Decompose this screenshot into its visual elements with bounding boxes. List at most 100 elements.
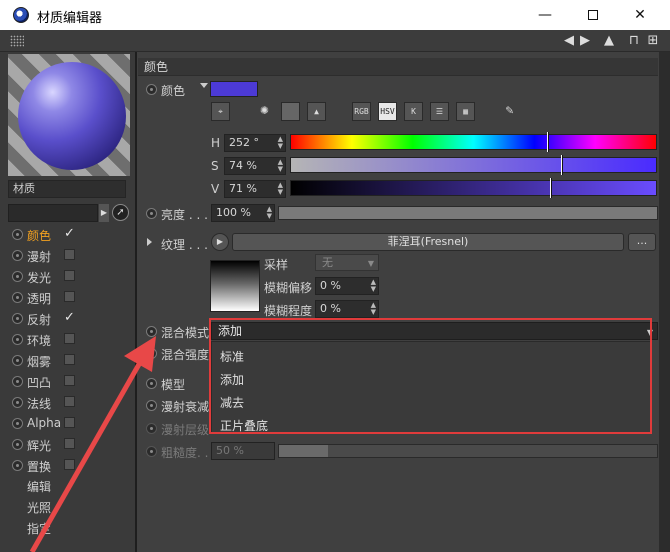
- forward-arrow-icon[interactable]: ▶: [577, 32, 593, 50]
- spectrum-icon[interactable]: ✺: [255, 102, 274, 121]
- minimize-button[interactable]: —: [522, 0, 568, 30]
- channel-checkbox[interactable]: [64, 396, 75, 407]
- color-swatch[interactable]: [210, 81, 258, 97]
- channel-glow[interactable]: 辉光: [0, 434, 135, 455]
- hsv-mode-button[interactable]: HSV: [378, 102, 397, 121]
- color-menu-caret-icon[interactable]: [200, 83, 208, 88]
- hue-field[interactable]: 252 ° ▲ ▼: [224, 134, 286, 152]
- spinner-icon[interactable]: ▲ ▼: [278, 159, 283, 173]
- texture-more-button[interactable]: ...: [628, 233, 656, 251]
- material-name-field[interactable]: 材质: [8, 180, 126, 198]
- rgb-mode-button[interactable]: RGB: [352, 102, 371, 121]
- channel-radio[interactable]: [12, 271, 23, 282]
- channel-radio[interactable]: [12, 355, 23, 366]
- value-slider[interactable]: [290, 178, 657, 198]
- sampling-select[interactable]: 无 ▼: [315, 254, 379, 271]
- expand-triangle-icon[interactable]: [147, 238, 152, 246]
- texture-preview[interactable]: [210, 260, 260, 312]
- blend-strength-radio[interactable]: [146, 348, 157, 359]
- image-icon[interactable]: ▲: [307, 102, 326, 121]
- brightness-field[interactable]: 100 % ▲ ▼: [211, 204, 275, 222]
- saturation-slider-handle[interactable]: [561, 155, 564, 175]
- editor-item[interactable]: 编辑: [27, 478, 51, 495]
- picture-gradient-icon[interactable]: [281, 102, 300, 121]
- kelvin-mode-button[interactable]: K: [404, 102, 423, 121]
- color-wheel-toggle-icon[interactable]: ⌖: [211, 102, 230, 121]
- channel-luminance[interactable]: 发光: [0, 266, 135, 287]
- channel-displacement[interactable]: 置换: [0, 455, 135, 476]
- chevron-right-icon[interactable]: ▶: [99, 204, 109, 222]
- channel-checkbox[interactable]: [64, 459, 75, 470]
- channel-checkbox[interactable]: [64, 375, 75, 386]
- saturation-slider[interactable]: [290, 155, 657, 175]
- mountain-icon[interactable]: ▲: [601, 32, 617, 50]
- channel-environment[interactable]: 环境: [0, 329, 135, 350]
- channel-checkbox[interactable]: [64, 333, 75, 344]
- blend-mode-radio[interactable]: [146, 326, 157, 337]
- illumination-item[interactable]: 光照: [27, 499, 51, 516]
- lock-icon[interactable]: ⊓: [626, 32, 642, 50]
- channel-checkbox[interactable]: [64, 249, 75, 260]
- channel-radio[interactable]: [12, 229, 23, 240]
- channel-alpha[interactable]: Alpha: [0, 413, 135, 434]
- brightness-value: 100 %: [216, 206, 251, 219]
- model-label: 模型: [161, 378, 186, 392]
- channel-radio[interactable]: [12, 418, 23, 429]
- channel-bump[interactable]: 凹凸: [0, 371, 135, 392]
- brightness-radio[interactable]: [146, 208, 157, 219]
- color-radio[interactable]: [146, 84, 157, 95]
- channel-checkbox[interactable]: [64, 354, 75, 365]
- hue-slider-handle[interactable]: [546, 132, 549, 152]
- channel-radio[interactable]: [12, 397, 23, 408]
- texture-menu-button[interactable]: ▶: [211, 233, 229, 251]
- channel-normal[interactable]: 法线: [0, 392, 135, 413]
- channel-checkbox[interactable]: [64, 417, 75, 428]
- brightness-slider[interactable]: [278, 206, 658, 220]
- channel-radio[interactable]: [12, 292, 23, 303]
- channel-radio[interactable]: [12, 460, 23, 471]
- eyedropper-icon[interactable]: ✎: [500, 102, 519, 121]
- value-field[interactable]: 71 % ▲ ▼: [224, 180, 286, 198]
- channel-checkbox[interactable]: ✓: [64, 227, 75, 240]
- vertical-scrollbar[interactable]: [659, 52, 670, 552]
- hue-slider[interactable]: [290, 132, 657, 152]
- channel-fog[interactable]: 烟雾: [0, 350, 135, 371]
- back-arrow-icon[interactable]: ◀: [561, 32, 577, 50]
- channel-radio[interactable]: [12, 439, 23, 450]
- spinner-icon[interactable]: ▲ ▼: [278, 136, 283, 150]
- spinner-icon[interactable]: ▲ ▼: [371, 302, 376, 316]
- channel-checkbox[interactable]: [64, 270, 75, 281]
- blur-offset-field[interactable]: 0 % ▲ ▼: [315, 277, 379, 295]
- channel-reflectance[interactable]: 反射 ✓: [0, 308, 135, 329]
- model-radio[interactable]: [146, 378, 157, 389]
- channel-radio[interactable]: [12, 376, 23, 387]
- material-search-field[interactable]: [8, 204, 98, 222]
- new-panel-icon[interactable]: ⊞: [645, 32, 661, 50]
- channel-checkbox[interactable]: [64, 291, 75, 302]
- spinner-icon[interactable]: ▲ ▼: [371, 279, 376, 293]
- mixer-mode-icon[interactable]: ☰: [430, 102, 449, 121]
- maximize-button[interactable]: [570, 0, 616, 30]
- channel-diffusion[interactable]: 漫射: [0, 245, 135, 266]
- value-slider-handle[interactable]: [550, 178, 553, 198]
- channel-radio[interactable]: [12, 313, 23, 324]
- close-button[interactable]: ✕: [617, 0, 663, 30]
- channel-radio[interactable]: [12, 250, 23, 261]
- swatches-mode-icon[interactable]: ▦: [456, 102, 475, 121]
- channel-checkbox[interactable]: [64, 438, 75, 449]
- diffuse-falloff-radio[interactable]: [146, 400, 157, 411]
- fresnel-shader-button[interactable]: 菲涅耳(Fresnel): [232, 233, 624, 251]
- channel-checkbox[interactable]: ✓: [64, 311, 75, 324]
- channel-color[interactable]: 颜色 ✓: [0, 224, 135, 245]
- channel-label: 辉光: [27, 439, 52, 453]
- spinner-icon[interactable]: ▲ ▼: [267, 206, 272, 220]
- blur-scale-field[interactable]: 0 % ▲ ▼: [315, 300, 379, 318]
- drag-grip-icon[interactable]: [10, 35, 24, 47]
- channel-transparency[interactable]: 透明: [0, 287, 135, 308]
- spinner-icon[interactable]: ▲ ▼: [278, 182, 283, 196]
- assignment-item[interactable]: 指定: [27, 520, 51, 537]
- material-preview[interactable]: [8, 54, 130, 176]
- channel-radio[interactable]: [12, 334, 23, 345]
- picker-arrow-icon[interactable]: ➚: [112, 204, 129, 221]
- saturation-field[interactable]: 74 % ▲ ▼: [224, 157, 286, 175]
